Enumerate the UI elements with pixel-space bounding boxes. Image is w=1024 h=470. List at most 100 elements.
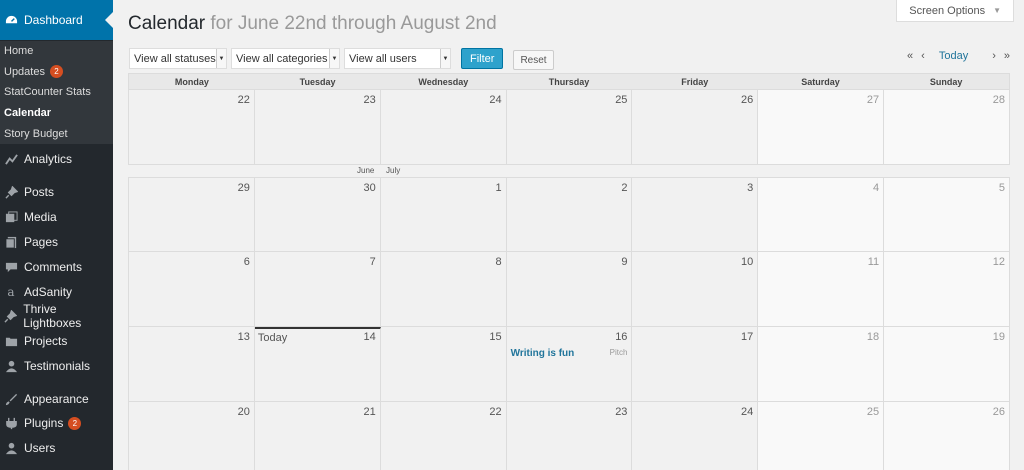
submenu-calendar[interactable]: Calendar bbox=[0, 103, 113, 124]
menu-users[interactable]: Users bbox=[0, 437, 113, 459]
calendar-day[interactable]: 27 bbox=[758, 90, 885, 165]
menu-thrive-lightboxes-label: Thrive Lightboxes bbox=[23, 302, 82, 330]
menu-thrive-lightboxes[interactable]: Thrive Lightboxes bbox=[0, 302, 113, 330]
calendar-day[interactable]: 28 bbox=[884, 90, 1011, 165]
day-number: 12 bbox=[992, 256, 1006, 268]
menu-analytics-label: Analytics bbox=[24, 152, 73, 166]
pin-icon bbox=[4, 309, 18, 323]
menu-pages[interactable]: Pages bbox=[0, 231, 113, 253]
menu-comments[interactable]: Comments bbox=[0, 256, 113, 278]
calendar-day[interactable]: 24 bbox=[380, 90, 507, 165]
calendar-week: 29 30 1 2 3 4 5 bbox=[128, 177, 1011, 252]
calendar-day[interactable]: 7 bbox=[254, 252, 381, 327]
calendar-day[interactable]: 18 bbox=[758, 327, 885, 402]
day-number: 10 bbox=[741, 256, 754, 268]
menu-dashboard[interactable]: Dashboard bbox=[0, 0, 113, 40]
calendar-day[interactable]: 15 bbox=[380, 327, 507, 402]
next-page-button[interactable]: › bbox=[992, 50, 996, 62]
calendar-day[interactable]: 13 bbox=[129, 327, 255, 402]
calendar-day[interactable]: 30 bbox=[254, 178, 381, 252]
day-number: 4 bbox=[873, 182, 880, 194]
category-select[interactable]: View all categories ▼ bbox=[231, 48, 340, 69]
calendar-day[interactable]: 10 bbox=[632, 252, 759, 327]
reset-button[interactable]: Reset bbox=[513, 50, 554, 70]
calendar-day[interactable]: 25 bbox=[758, 402, 885, 470]
day-header-sunday: Sunday bbox=[929, 77, 963, 87]
calendar-day[interactable]: 23 bbox=[254, 90, 381, 165]
calendar-day[interactable]: 25 bbox=[506, 90, 633, 165]
submenu-statcounter-stats[interactable]: StatCounter Stats bbox=[0, 82, 113, 103]
menu-posts[interactable]: Posts bbox=[0, 181, 113, 203]
day-number: 23 bbox=[363, 94, 376, 106]
month-separator: June July bbox=[128, 165, 1010, 177]
calendar-day[interactable]: 26 bbox=[884, 402, 1011, 470]
plugin-icon bbox=[4, 416, 18, 430]
day-number: 27 bbox=[866, 94, 880, 106]
last-page-button[interactable]: » bbox=[1004, 50, 1010, 62]
day-number: 18 bbox=[866, 331, 880, 343]
menu-plugins[interactable]: Plugins 2 bbox=[0, 412, 113, 434]
day-number: 23 bbox=[615, 406, 628, 418]
calendar-day[interactable]: 16 Writing is fun Pitch bbox=[506, 327, 633, 402]
menu-analytics[interactable]: Analytics bbox=[0, 148, 113, 170]
prev-page-button[interactable]: ‹ bbox=[921, 50, 925, 62]
day-number: 17 bbox=[741, 331, 754, 343]
day-header-friday: Friday bbox=[681, 77, 709, 87]
today-button[interactable]: Today bbox=[939, 50, 968, 62]
submenu-story-budget-label: Story Budget bbox=[4, 127, 68, 140]
submenu-statcounter-label: StatCounter Stats bbox=[4, 86, 91, 99]
submenu-story-budget[interactable]: Story Budget bbox=[0, 123, 113, 144]
calendar-day[interactable]: 6 bbox=[129, 252, 255, 327]
media-icon bbox=[4, 210, 18, 224]
calendar-day[interactable]: 21 bbox=[254, 402, 381, 470]
calendar-day[interactable]: 23 bbox=[506, 402, 633, 470]
calendar-day[interactable]: 24 bbox=[632, 402, 759, 470]
calendar-day[interactable]: 5 bbox=[884, 178, 1011, 252]
day-number: 16 bbox=[615, 331, 628, 343]
calendar-day[interactable]: 8 bbox=[380, 252, 507, 327]
menu-media[interactable]: Media bbox=[0, 206, 113, 228]
calendar-day[interactable]: 19 bbox=[884, 327, 1011, 402]
day-number: 11 bbox=[867, 256, 880, 268]
calendar-day[interactable]: 12 bbox=[884, 252, 1011, 327]
calendar-day[interactable]: 2 bbox=[506, 178, 633, 252]
main-content: Calendar for June 22nd through August 2n… bbox=[113, 0, 1024, 470]
calendar-pager: « ‹ Today › » bbox=[899, 50, 1010, 62]
submenu-updates[interactable]: Updates 2 bbox=[0, 62, 113, 83]
day-number: 24 bbox=[741, 406, 754, 418]
first-page-button[interactable]: « bbox=[907, 50, 913, 62]
day-number: 19 bbox=[992, 331, 1006, 343]
day-number: 26 bbox=[741, 94, 754, 106]
submenu-home[interactable]: Home bbox=[0, 41, 113, 62]
calendar-day[interactable]: 22 bbox=[380, 402, 507, 470]
day-number: 21 bbox=[363, 406, 376, 418]
calendar-day[interactable]: 3 bbox=[632, 178, 759, 252]
filter-button[interactable]: Filter bbox=[461, 48, 504, 69]
day-number: 22 bbox=[489, 406, 502, 418]
screen-options-button[interactable]: Screen Options ▼ bbox=[896, 0, 1014, 22]
month-label-july: July bbox=[386, 166, 401, 175]
calendar-day[interactable]: 17 bbox=[632, 327, 759, 402]
calendar-week: 6 7 8 9 10 11 12 bbox=[128, 252, 1011, 327]
menu-projects[interactable]: Projects bbox=[0, 330, 113, 352]
calendar-day[interactable]: 9 bbox=[506, 252, 633, 327]
calendar-day[interactable]: 26 bbox=[632, 90, 759, 165]
menu-adsanity[interactable]: a AdSanity bbox=[0, 281, 113, 303]
calendar-day[interactable]: 4 bbox=[758, 178, 885, 252]
menu-appearance[interactable]: Appearance bbox=[0, 388, 113, 410]
day-number: 2 bbox=[621, 182, 628, 194]
calendar-day[interactable]: 22 bbox=[129, 90, 255, 165]
day-number: 9 bbox=[621, 256, 628, 268]
calendar-day-today[interactable]: Today 14 bbox=[254, 327, 381, 402]
user-select[interactable]: View all users ▼ bbox=[344, 48, 451, 69]
calendar-day[interactable]: 20 bbox=[129, 402, 255, 470]
calendar-day[interactable]: 29 bbox=[129, 178, 255, 252]
day-number: 8 bbox=[495, 256, 502, 268]
calendar-day[interactable]: 11 bbox=[758, 252, 885, 327]
adsanity-icon: a bbox=[7, 285, 15, 299]
status-select[interactable]: View all statuses ▼ bbox=[129, 48, 227, 69]
post-title-link[interactable]: Writing is fun bbox=[511, 348, 575, 359]
month-label-june: June bbox=[357, 166, 375, 175]
menu-testimonials[interactable]: Testimonials bbox=[0, 355, 113, 377]
calendar-day[interactable]: 1 bbox=[380, 178, 507, 252]
